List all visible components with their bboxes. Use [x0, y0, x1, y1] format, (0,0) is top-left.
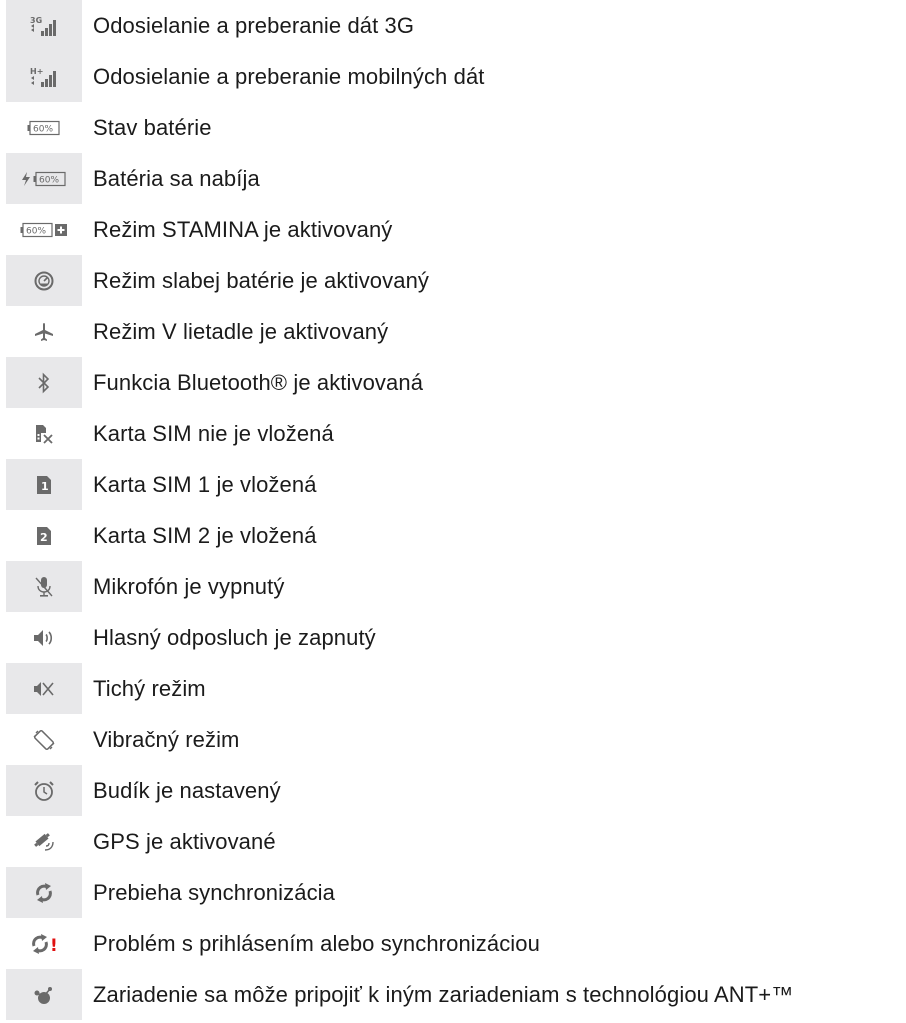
row-label: Karta SIM 1 je vložená [93, 471, 317, 497]
speakerphone-icon [33, 628, 55, 648]
battery-level-label: 60% [33, 124, 53, 134]
table-row: 60% Režim STAMINA je aktivovaný [6, 204, 906, 255]
vibrate-mode-icon [32, 728, 56, 752]
table-row: Mikrofón je vypnutý [6, 561, 906, 612]
table-row: Budík je nastavený [6, 765, 906, 816]
battery-level-label: 60% [26, 226, 46, 236]
bluetooth-icon [37, 372, 51, 394]
row-label: Problém s prihlásením alebo synchronizác… [93, 930, 540, 956]
table-row: 60% Stav batérie [6, 102, 906, 153]
row-label: Režim STAMINA je aktivovaný [93, 216, 393, 242]
row-label: Vibračný režim [93, 726, 240, 752]
table-row: 1 Karta SIM 1 je vložená [6, 459, 906, 510]
table-row: Prebieha synchronizácia [6, 867, 906, 918]
table-row: H+ Odosielanie a preberanie mobilných dá… [6, 51, 906, 102]
gps-icon [33, 831, 55, 853]
stamina-battery-icon: 60% [20, 222, 68, 238]
table-row: Hlasný odposluch je zapnutý [6, 612, 906, 663]
sim-1-icon: 1 [36, 475, 52, 495]
sync-icon [34, 882, 54, 904]
row-label: Mikrofón je vypnutý [93, 573, 285, 599]
table-row: GPS je aktivované [6, 816, 906, 867]
row-label: Tichý režim [93, 675, 206, 701]
ant-plus-icon [33, 984, 55, 1006]
row-label: Odosielanie a preberanie mobilných dát [93, 63, 485, 89]
table-row: Tichý režim [6, 663, 906, 714]
no-sim-icon [34, 424, 54, 444]
hplus-label: H+ [30, 67, 43, 76]
row-label: Karta SIM nie je vložená [93, 420, 334, 446]
mobile-data-icon: H+ [30, 66, 58, 88]
table-row: Zariadenie sa môže pripojiť k iným zaria… [6, 969, 906, 1020]
table-row: Funkcia Bluetooth® je aktivovaná [6, 357, 906, 408]
table-row: ! Problém s prihlásením alebo synchroniz… [6, 918, 906, 969]
sim-number-label: 2 [40, 531, 48, 544]
row-label: Stav batérie [93, 114, 212, 140]
row-label: Prebieha synchronizácia [93, 879, 335, 905]
table-row: Karta SIM nie je vložená [6, 408, 906, 459]
silent-mode-icon [33, 679, 55, 699]
row-label: Režim slabej batérie je aktivovaný [93, 267, 429, 293]
sim-2-icon: 2 [36, 526, 52, 546]
table-row: Režim slabej batérie je aktivovaný [6, 255, 906, 306]
alarm-icon [33, 780, 55, 802]
battery-icon: 60% [27, 120, 61, 136]
low-battery-mode-icon [34, 271, 54, 291]
airplane-icon [34, 322, 54, 342]
row-label: Budík je nastavený [93, 777, 281, 803]
battery-charging-icon: 60% [21, 171, 67, 187]
microphone-muted-icon [34, 576, 54, 598]
table-row: Režim V lietadle je aktivovaný [6, 306, 906, 357]
sim-number-label: 1 [41, 480, 49, 493]
row-label: GPS je aktivované [93, 828, 276, 854]
3g-label: 3G [30, 16, 42, 25]
sync-problem-icon: ! [30, 933, 58, 955]
3g-data-icon: 3G [30, 15, 58, 37]
battery-level-label: 60% [39, 175, 59, 185]
row-label: Batéria sa nabíja [93, 165, 260, 191]
table-row: 60% Batéria sa nabíja [6, 153, 906, 204]
status-icon-table: 3G Odosielanie a preberanie dát 3G H+ Od… [6, 0, 906, 1020]
table-row: 2 Karta SIM 2 je vložená [6, 510, 906, 561]
row-label: Odosielanie a preberanie dát 3G [93, 12, 415, 38]
row-label: Karta SIM 2 je vložená [93, 522, 317, 548]
table-row: 3G Odosielanie a preberanie dát 3G [6, 0, 906, 51]
row-label: Funkcia Bluetooth® je aktivovaná [93, 369, 424, 395]
row-label: Režim V lietadle je aktivovaný [93, 318, 389, 344]
table-row: Vibračný režim [6, 714, 906, 765]
warning-exclamation: ! [50, 936, 58, 955]
row-label: Zariadenie sa môže pripojiť k iným zaria… [93, 981, 794, 1007]
row-label: Hlasný odposluch je zapnutý [93, 624, 376, 650]
